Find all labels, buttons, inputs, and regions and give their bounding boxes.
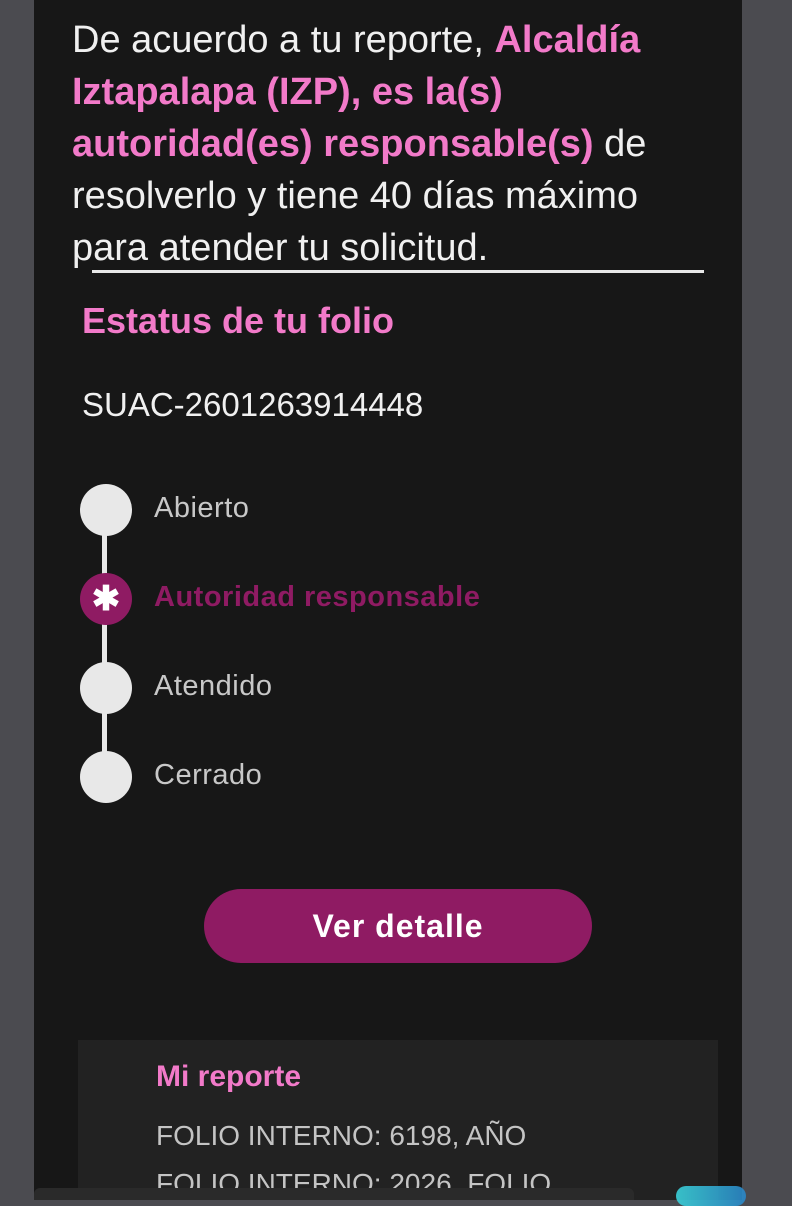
step-dot-icon <box>80 484 132 536</box>
status-timeline: Abierto ✱ Autoridad responsable Atendido… <box>34 0 742 860</box>
timeline-connector <box>102 512 107 778</box>
timeline-step-abierto: Abierto <box>80 484 680 536</box>
report-title: Mi reporte <box>156 1060 302 1093</box>
timeline-step-atendido: Atendido <box>80 662 680 714</box>
view-detail-button[interactable]: Ver detalle <box>204 889 592 963</box>
timeline-step-autoridad-responsable: ✱ Autoridad responsable <box>80 573 680 625</box>
step-label: Autoridad responsable <box>154 581 481 613</box>
content-panel: De acuerdo a tu reporte, Alcaldía Iztapa… <box>34 0 742 1200</box>
step-label: Cerrado <box>154 759 263 791</box>
asterisk-icon: ✱ <box>80 573 132 625</box>
bottom-navigation-bar <box>34 1188 634 1200</box>
step-dot-icon <box>80 662 132 714</box>
step-label: Abierto <box>154 492 250 524</box>
report-line: FOLIO INTERNO: 6198, AÑO <box>156 1120 527 1151</box>
floating-action-glow-icon[interactable] <box>676 1186 746 1206</box>
step-label: Atendido <box>154 670 273 702</box>
left-frame-rail <box>0 0 34 1200</box>
timeline-step-cerrado: Cerrado <box>80 751 680 803</box>
right-frame-rail <box>742 0 792 1200</box>
step-dot-icon <box>80 751 132 803</box>
my-report-card: Mi reporte FOLIO INTERNO: 6198, AÑO FOLI… <box>78 1040 718 1200</box>
